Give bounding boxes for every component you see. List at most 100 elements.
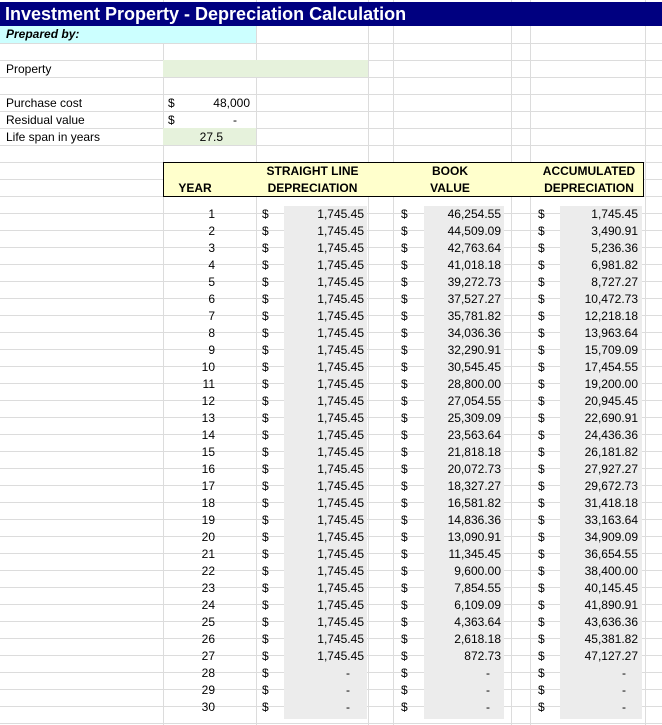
purchase-cost-value[interactable]: 48,000 [180, 95, 250, 112]
accumulated-currency: $ [538, 292, 545, 306]
book-value-value: 2,618.18 [454, 632, 501, 646]
property-input-cell[interactable] [163, 60, 368, 77]
table-year-cell: 7 [208, 309, 215, 323]
book-value-currency: $ [401, 649, 408, 663]
accumulated-currency: $ [538, 479, 545, 493]
accumulated-currency: $ [538, 360, 545, 374]
straight-line-value: 1,745.45 [317, 564, 364, 578]
grid-row-line [0, 77, 662, 78]
sheet-title: Investment Property - Depreciation Calcu… [0, 2, 662, 26]
accumulated-value: 24,436.36 [584, 428, 638, 442]
accumulated-currency: $ [538, 666, 545, 680]
accumulated-currency: $ [538, 445, 545, 459]
accumulated-value: - [622, 666, 626, 680]
prepared-by-label[interactable]: Prepared by: [0, 26, 256, 43]
straight-line-currency: $ [262, 632, 269, 646]
straight-line-value: 1,745.45 [317, 496, 364, 510]
straight-line-currency: $ [262, 411, 269, 425]
accumulated-currency: $ [538, 275, 545, 289]
residual-value-label: Residual value [6, 113, 85, 127]
table-year-cell: 9 [208, 343, 215, 357]
accumulated-value: 3,490.91 [591, 224, 638, 238]
life-span-value[interactable]: 27.5 [163, 129, 223, 146]
book-value-currency: $ [401, 462, 408, 476]
straight-line-currency: $ [262, 666, 269, 680]
straight-line-value: 1,745.45 [317, 462, 364, 476]
table-year-cell: 3 [208, 241, 215, 255]
table-year-cell: 22 [201, 564, 215, 578]
book-value-value: 25,309.09 [447, 411, 501, 425]
book-value-currency: $ [401, 632, 408, 646]
table-year-cell: 14 [201, 428, 215, 442]
book-value-value: 30,545.45 [447, 360, 501, 374]
straight-line-value: 1,745.45 [317, 309, 364, 323]
table-year-cell: 27 [201, 649, 215, 663]
table-year-cell: 25 [201, 615, 215, 629]
purchase-cost-currency: $ [168, 96, 175, 110]
table-year-cell: 5 [208, 275, 215, 289]
header-straight-line-1: STRAIGHT LINE [266, 164, 359, 178]
straight-line-value: 1,745.45 [317, 530, 364, 544]
book-value-value: 20,072.73 [447, 462, 501, 476]
book-value-value: 14,836.36 [447, 513, 501, 527]
accumulated-value: 38,400.00 [584, 564, 638, 578]
accumulated-value: 36,654.55 [584, 547, 638, 561]
book-value-currency: $ [401, 207, 408, 221]
life-span-label: Life span in years [6, 130, 101, 144]
book-value-currency: $ [401, 496, 408, 510]
straight-line-currency: $ [262, 309, 269, 323]
book-value-currency: $ [401, 530, 408, 544]
accumulated-value: 15,709.09 [584, 343, 638, 357]
straight-line-currency: $ [262, 258, 269, 272]
book-value-value: 28,800.00 [447, 377, 501, 391]
straight-line-value: - [346, 700, 350, 714]
accumulated-currency: $ [538, 700, 545, 714]
straight-line-currency: $ [262, 275, 269, 289]
header-book-value-1: BOOK [432, 164, 468, 178]
straight-line-currency: $ [262, 513, 269, 527]
accumulated-currency: $ [538, 207, 545, 221]
straight-line-value: 1,745.45 [317, 428, 364, 442]
book-value-currency: $ [401, 275, 408, 289]
table-year-cell: 20 [201, 530, 215, 544]
book-value-currency: $ [401, 292, 408, 306]
straight-line-value: 1,745.45 [317, 615, 364, 629]
accumulated-value: 10,472.73 [584, 292, 638, 306]
accumulated-currency: $ [538, 241, 545, 255]
header-book-value-2: VALUE [430, 181, 470, 195]
book-value-currency: $ [401, 479, 408, 493]
book-value-value: 6,109.09 [454, 598, 501, 612]
book-value-currency: $ [401, 683, 408, 697]
table-year-cell: 16 [201, 462, 215, 476]
table-year-cell: 26 [201, 632, 215, 646]
table-year-cell: 23 [201, 581, 215, 595]
straight-line-value: 1,745.45 [317, 598, 364, 612]
accumulated-value: 45,381.82 [584, 632, 638, 646]
accumulated-value: 22,690.91 [584, 411, 638, 425]
straight-line-currency: $ [262, 547, 269, 561]
straight-line-value: - [346, 666, 350, 680]
book-value-currency: $ [401, 241, 408, 255]
straight-line-value: 1,745.45 [317, 343, 364, 357]
table-year-cell: 21 [201, 547, 215, 561]
book-value-currency: $ [401, 581, 408, 595]
straight-line-currency: $ [262, 241, 269, 255]
straight-line-value: 1,745.45 [317, 632, 364, 646]
book-value-currency: $ [401, 258, 408, 272]
header-accumulated-1: ACCUMULATED [542, 164, 636, 178]
table-year-cell: 11 [202, 377, 215, 391]
straight-line-currency: $ [262, 360, 269, 374]
table-year-cell: 18 [201, 496, 215, 510]
table-year-cell: 24 [201, 598, 215, 612]
book-value-value: 39,272.73 [447, 275, 501, 289]
straight-line-value: 1,745.45 [317, 394, 364, 408]
accumulated-currency: $ [538, 309, 545, 323]
residual-value-value[interactable]: - [180, 112, 237, 129]
grid-column-line [530, 0, 531, 725]
grid-column-line [645, 0, 646, 725]
straight-line-value: 1,745.45 [317, 275, 364, 289]
book-value-currency: $ [401, 700, 408, 714]
accumulated-currency: $ [538, 530, 545, 544]
book-value-currency: $ [401, 326, 408, 340]
accumulated-value: - [622, 700, 626, 714]
